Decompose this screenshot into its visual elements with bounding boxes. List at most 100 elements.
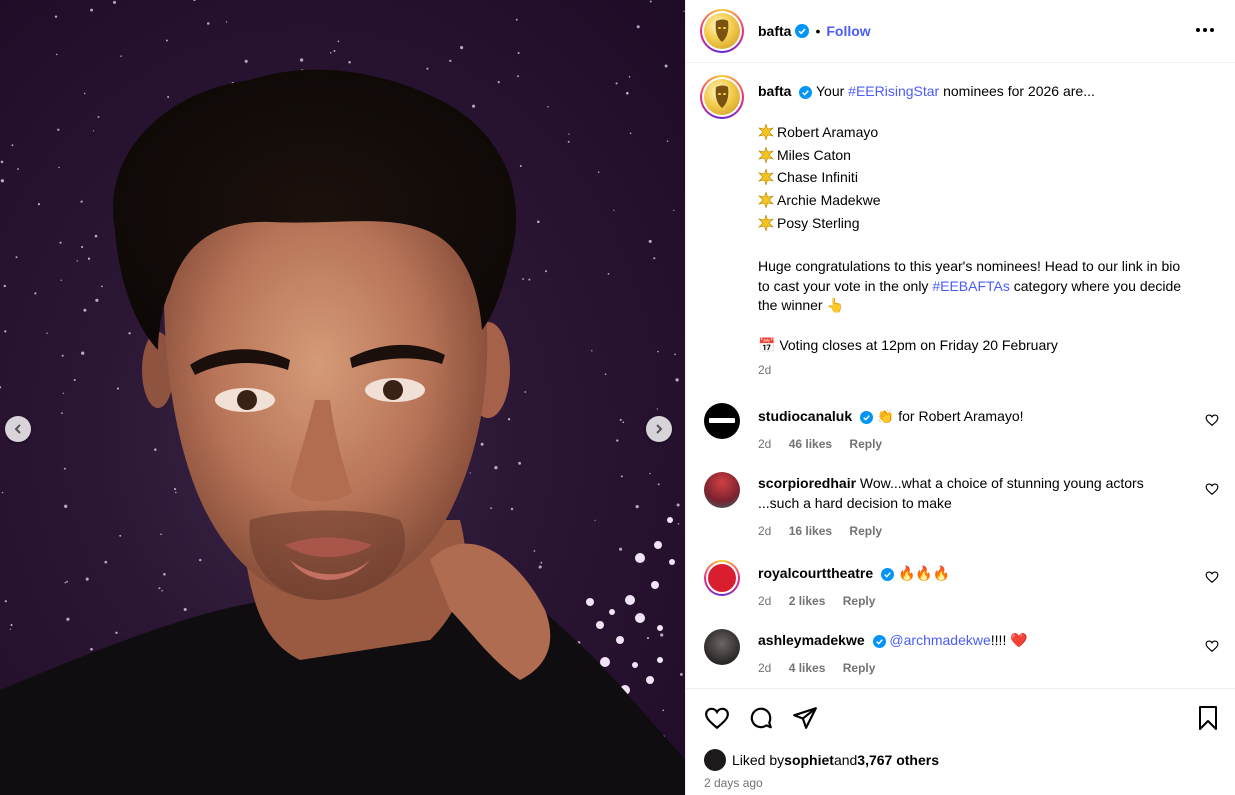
voting-text: Voting closes at 12pm on Friday 20 Febru…	[779, 337, 1058, 354]
portrait-illustration	[0, 69, 685, 795]
comment-username[interactable]: studiocanaluk	[758, 408, 852, 424]
fire-emojis: 🔥🔥🔥	[897, 564, 951, 581]
comment-meta: 2d 46 likes Reply	[758, 435, 1188, 455]
liker-avatar[interactable]	[704, 749, 726, 771]
liked-by-mid: and	[833, 752, 858, 768]
caption-age: 2d	[758, 362, 772, 377]
caption-intro-pre: Your	[815, 83, 849, 99]
nominee-list: Robert Aramayo Miles Caton Chase Infinit…	[758, 122, 1188, 237]
caption-username[interactable]: bafta	[758, 83, 791, 99]
calendar-emoji: 📅	[758, 337, 776, 354]
caption-intro-post: nominees for 2026 are...	[939, 83, 1095, 99]
hashtag-link[interactable]: #EEBAFTAs	[932, 278, 1010, 294]
comment-likes[interactable]: 16 likes	[789, 524, 832, 538]
comment-likes[interactable]: 4 likes	[789, 661, 826, 675]
mention-link[interactable]: @archmadekwe	[889, 632, 990, 648]
nominee-item: Robert Aramayo	[758, 122, 1188, 146]
header-separator: •	[815, 23, 821, 39]
comment-age: 2d	[758, 593, 772, 608]
voting-line: 📅 Voting closes at 12pm on Friday 20 Feb…	[758, 336, 1188, 356]
verified-badge-icon	[795, 24, 810, 38]
post-side-panel: bafta • Follow bafta Your #EERisingStar …	[685, 0, 1235, 795]
reply-button[interactable]: Reply	[843, 661, 876, 675]
liked-by-pre: Liked by	[732, 752, 785, 768]
reply-button[interactable]: Reply	[849, 524, 882, 538]
heart-icon[interactable]	[1205, 570, 1219, 584]
post-header: bafta • Follow	[686, 0, 1235, 63]
comment-username[interactable]: royalcourttheatre	[758, 565, 873, 581]
scorpioredhair-avatar[interactable]	[704, 472, 740, 509]
liked-by-count[interactable]: 3,767 others	[857, 752, 939, 768]
comment-age: 2d	[758, 661, 772, 676]
sparkle-icon	[758, 145, 777, 169]
bafta-mask-logo	[715, 85, 729, 108]
comment-text: !!!! ❤️	[990, 632, 1028, 649]
share-icon[interactable]	[792, 705, 818, 731]
caption-body: bafta Your #EERisingStar nominees for 20…	[758, 75, 1188, 381]
comment-icon[interactable]	[748, 705, 774, 731]
comment-meta: 2d 2 likes Reply	[758, 592, 1188, 612]
comment-body: scorpioredhair Wow...what a choice of st…	[758, 472, 1188, 541]
comment-body: studiocanaluk 👏 for Robert Aramayo! 2d 4…	[758, 403, 1188, 455]
liked-by: Liked by sophiet and 3,767 others	[704, 749, 939, 771]
sparkle-icon	[758, 191, 777, 214]
bookmark-icon[interactable]	[1196, 705, 1220, 731]
comment-body: ashleymadekwe @archmadekwe!!!! ❤️ 2d 4 l…	[758, 629, 1188, 679]
hashtag-link[interactable]: #EERisingStar	[848, 83, 939, 99]
previous-image-button[interactable]	[5, 416, 31, 442]
comment-username[interactable]: scorpioredhair	[758, 475, 856, 491]
caption-meta: 2d	[758, 361, 1188, 381]
post-age[interactable]: 2 days ago	[704, 776, 763, 790]
royalcourt-avatar[interactable]	[704, 559, 740, 596]
verified-badge-icon	[881, 567, 895, 581]
heart-icon[interactable]	[1205, 639, 1219, 653]
bafta-mask-logo	[715, 19, 729, 42]
clap-emoji: 👏	[876, 407, 895, 424]
sparkle-icon	[758, 122, 777, 146]
bafta-avatar[interactable]	[700, 9, 744, 53]
liked-by-user[interactable]: sophiet	[784, 752, 834, 768]
heart-icon[interactable]	[1205, 482, 1219, 496]
nominee-item: Chase Infiniti	[758, 168, 1188, 191]
caption-paragraph: Huge congratulations to this year's nomi…	[758, 257, 1188, 316]
heart-icon[interactable]	[1205, 413, 1219, 427]
comment-item: ashleymadekwe @archmadekwe!!!! ❤️ 2d 4 l…	[700, 629, 1219, 679]
verified-badge-icon	[860, 410, 874, 424]
nominee-item: Archie Madekwe	[758, 191, 1188, 214]
comment-item: studiocanaluk 👏 for Robert Aramayo! 2d 4…	[700, 402, 1219, 455]
nominee-item: Miles Caton	[758, 145, 1188, 169]
comment-likes[interactable]: 2 likes	[789, 594, 826, 608]
action-bar: Liked by sophiet and 3,767 others 2 days…	[686, 688, 1235, 795]
comments-list[interactable]: bafta Your #EERisingStar nominees for 20…	[686, 63, 1235, 688]
follow-button[interactable]: Follow	[826, 23, 870, 39]
nominee-name: Miles Caton	[777, 146, 851, 163]
comment-text: for Robert Aramayo!	[894, 407, 1024, 424]
pointing-up-emoji: 👆	[826, 297, 844, 314]
comment-body: royalcourttheatre 🔥🔥🔥 2d 2 likes Reply	[758, 560, 1188, 612]
comment-item: scorpioredhair Wow...what a choice of st…	[700, 472, 1219, 541]
comment-age: 2d	[758, 436, 772, 451]
ashleymadekwe-avatar[interactable]	[704, 629, 740, 666]
comment-username[interactable]: ashleymadekwe	[758, 632, 865, 648]
heart-icon[interactable]	[704, 705, 730, 731]
header-username[interactable]: bafta	[758, 23, 791, 39]
comment-meta: 2d 4 likes Reply	[758, 659, 1188, 679]
comment-likes[interactable]: 46 likes	[789, 437, 832, 451]
caption-avatar[interactable]	[700, 75, 744, 119]
post-image[interactable]	[0, 0, 685, 795]
comment-age: 2d	[758, 523, 772, 538]
reply-button[interactable]: Reply	[843, 594, 876, 608]
sparkle-icon	[758, 168, 777, 191]
chevron-left-icon	[14, 424, 21, 434]
studiocanal-avatar[interactable]	[704, 402, 740, 439]
chevron-right-icon	[656, 424, 663, 434]
more-horizontal-icon[interactable]	[1195, 20, 1215, 40]
next-image-button[interactable]	[646, 416, 672, 442]
nominee-item: Posy Sterling	[758, 213, 1188, 237]
nominee-name: Robert Aramayo	[777, 123, 879, 140]
nominee-name: Chase Infiniti	[777, 169, 858, 186]
verified-badge-icon	[872, 635, 886, 649]
sparkle-icon	[758, 213, 777, 237]
reply-button[interactable]: Reply	[849, 437, 882, 451]
nominee-name: Archie Madekwe	[777, 192, 881, 209]
